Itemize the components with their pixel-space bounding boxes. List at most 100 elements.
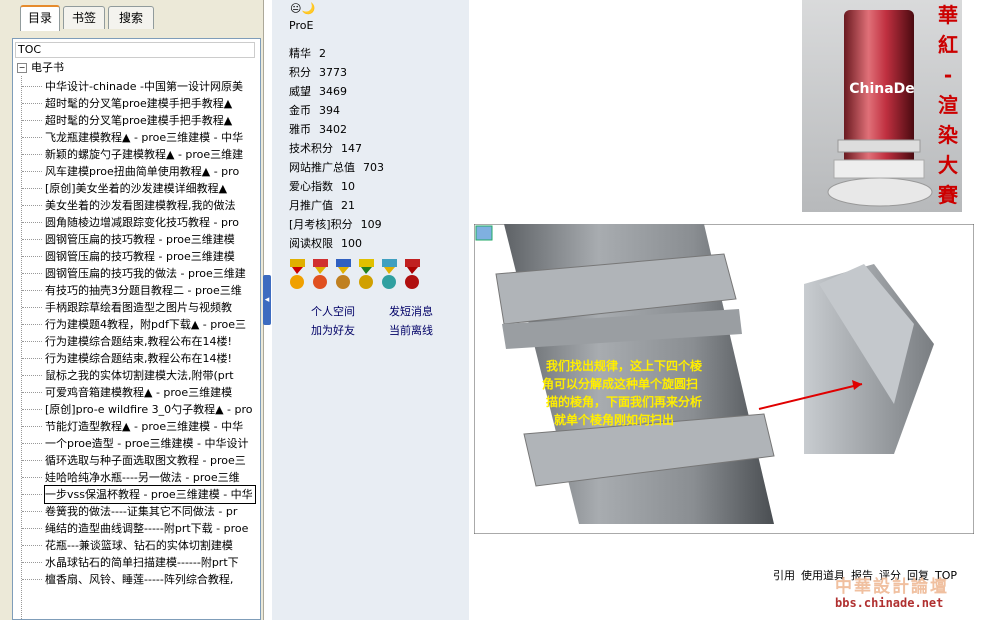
user-stat: 网站推广总值 703 xyxy=(289,161,384,175)
toc-field[interactable]: TOC xyxy=(15,42,255,58)
tree-connector xyxy=(22,562,42,563)
collapse-icon[interactable]: − xyxy=(17,63,27,73)
toc-item[interactable]: 卷簧我的做法----证集其它不同做法 - pr xyxy=(45,503,255,520)
tree-connector xyxy=(22,137,42,138)
send-message-link[interactable]: 发短消息 xyxy=(389,303,433,319)
banner-char: 大 xyxy=(938,153,958,177)
toc-item[interactable]: 可爱鸡音箱建模教程▲ - proe三维建模 xyxy=(45,384,255,401)
medal-icon-5 xyxy=(382,259,397,289)
toc-item[interactable]: 有技巧的抽壳3分题目教程二 - proe三维 xyxy=(45,282,255,299)
toc-item[interactable]: 超时髦的分叉笔proe建模手把手教程▲ xyxy=(45,112,255,129)
toc-item[interactable]: 圆钢管压扁的技巧教程 - proe三维建模 xyxy=(45,231,255,248)
caption-line: 角可以分解成这种单个旋圆扫 xyxy=(542,376,698,391)
post-image[interactable]: 我们找出规律，这上下四个棱 角可以分解成这种单个旋圆扫 描的棱角，下面我们再来分… xyxy=(473,223,975,535)
tree-connector xyxy=(22,171,42,172)
banner-char: 染 xyxy=(938,123,958,147)
toc-item[interactable]: 手柄跟踪草绘看图造型之图片与视频教 xyxy=(45,299,255,316)
toc-item[interactable]: 超时髦的分叉笔proe建模手把手教程▲ xyxy=(45,95,255,112)
toc-item[interactable]: [原创]pro-e wildfire 3_0勺子教程▲ - pro xyxy=(45,401,255,418)
tab-toc[interactable]: 目录 xyxy=(20,5,60,31)
toc-item[interactable]: 一个proe造型 - proe三维建模 - 中华设计 xyxy=(45,435,255,452)
stat-label: 网站推广总值 xyxy=(289,161,355,174)
toc-item[interactable]: 节能灯造型教程▲ - proe三维建模 - 中华 xyxy=(45,418,255,435)
toc-item[interactable]: 循环选取与种子面选取图文教程 - proe三 xyxy=(45,452,255,469)
toc-item[interactable]: 美女坐着的沙发看图建模教程,我的做法 xyxy=(45,197,255,214)
toc-item[interactable]: 一步vss保温杯教程 - proe三维建模 - 中华 xyxy=(44,485,256,504)
tree-connector xyxy=(22,545,42,546)
user-stat: 精华 2 xyxy=(289,47,326,61)
stat-label: 金币 xyxy=(289,104,311,117)
stat-label: 月推广值 xyxy=(289,199,333,212)
toc-item[interactable]: 绳结的造型曲线调整-----附prt下载 - proe xyxy=(45,520,255,537)
tree-connector xyxy=(22,392,42,393)
user-stat: 爱心指数 10 xyxy=(289,180,355,194)
stat-value: 3773 xyxy=(319,66,347,79)
tree-connector xyxy=(22,426,42,427)
banner-vertical-text: 華紅 - 渲染大賽 xyxy=(933,0,963,212)
online-status: 当前离线 xyxy=(389,324,433,337)
banner-char: - xyxy=(943,63,953,87)
toc-item[interactable]: 花瓶---兼谈篮球、钻石的实体切割建模 xyxy=(45,537,255,554)
toc-item[interactable]: 鼠标之我的实体切割建模大法,附带(prt xyxy=(45,367,255,384)
tree-guide-line xyxy=(21,76,22,619)
user-stat: 雅币 3402 xyxy=(289,123,347,137)
username[interactable]: ProE xyxy=(289,19,313,32)
toc-item[interactable]: 飞龙瓶建模教程▲ - proe三维建模 - 中华 xyxy=(45,129,255,146)
toc-item[interactable]: 水晶球钻石的简单扫描建模------附prt下 xyxy=(45,554,255,571)
tree-connector xyxy=(22,477,42,478)
toc-item[interactable]: 中华设计-chinade -中国第一设计网原美 xyxy=(45,78,255,95)
tab-bookmarks[interactable]: 书签 xyxy=(63,6,105,29)
toc-item[interactable]: 行为建模综合题结束,教程公布在14楼! xyxy=(45,333,255,350)
stat-value: 100 xyxy=(341,237,362,250)
toc-item[interactable]: 新颖的螺旋勺子建模教程▲ - proe三维建 xyxy=(45,146,255,163)
toc-item[interactable]: 行为建模题4教程，附pdf下载▲ - proe三 xyxy=(45,316,255,333)
stat-label: 技术积分 xyxy=(289,142,333,155)
panel-collapse-handle[interactable]: ◂ xyxy=(263,275,271,325)
watermark: 中華設計論壇 bbs.chinade.net xyxy=(835,572,985,620)
stat-label: 爱心指数 xyxy=(289,180,333,193)
stat-value: 21 xyxy=(341,199,355,212)
toc-item[interactable]: 行为建模综合题结束,教程公布在14楼! xyxy=(45,350,255,367)
toc-item[interactable]: 圆钢管压扁的技巧我的做法 - proe三维建 xyxy=(45,265,255,282)
medal-icon-6 xyxy=(405,259,420,289)
personal-space-link[interactable]: 个人空间 xyxy=(311,303,355,319)
tree-connector xyxy=(22,205,42,206)
medal-icon-3 xyxy=(336,259,351,289)
tutorial-render: 我们找出规律，这上下四个棱 角可以分解成这种单个旋圆扫 描的棱角，下面我们再来分… xyxy=(473,223,975,535)
medal-icons xyxy=(290,259,420,289)
tree-connector xyxy=(22,290,42,291)
toc-item[interactable]: 娃哈哈纯净水瓶----另一做法 - proe三维 xyxy=(45,469,255,486)
stat-value: 394 xyxy=(319,104,340,117)
toc-item[interactable]: 圆钢管压扁的技巧教程 - proe三维建模 xyxy=(45,248,255,265)
tree-connector xyxy=(22,188,42,189)
add-friend-link[interactable]: 加为好友 xyxy=(311,322,355,338)
tree-connector xyxy=(22,324,42,325)
user-stat: 阅读权限 100 xyxy=(289,237,362,251)
toc-item[interactable]: 檀香扇、风铃、睡莲-----阵列综合教程, xyxy=(45,571,255,588)
watermark-title: 中華設計論壇 xyxy=(835,577,949,597)
medal-icon-4 xyxy=(359,259,374,289)
stat-label: [月考核]积分 xyxy=(289,218,353,231)
stat-value: 147 xyxy=(341,142,362,155)
toc-tree[interactable]: TOC − 电子书 中华设计-chinade -中国第一设计网原美 超时髦的分叉笔p… xyxy=(12,38,261,620)
toc-item[interactable]: 风车建模proe扭曲简单使用教程▲ - pro xyxy=(45,163,255,180)
image-placeholder-icon xyxy=(475,225,493,241)
stat-value: 10 xyxy=(341,180,355,193)
user-stat: [月考核]积分 109 xyxy=(289,218,382,232)
tree-connector xyxy=(22,341,42,342)
tree-connector xyxy=(22,579,42,580)
tree-connector xyxy=(22,273,42,274)
emoticon-icons: 😐🌙 xyxy=(290,2,316,15)
user-stat: 金币 394 xyxy=(289,104,340,118)
tree-root[interactable]: − 电子书 xyxy=(17,60,64,76)
tree-connector xyxy=(22,460,42,461)
tree-connector xyxy=(22,103,42,104)
post-action-link[interactable]: 引用 xyxy=(773,569,795,582)
tree-connector xyxy=(22,375,42,376)
tree-connector xyxy=(22,494,42,495)
toc-item[interactable]: 圆角随棱边增减跟踪变化技巧教程 - pro xyxy=(45,214,255,231)
tab-search[interactable]: 搜索 xyxy=(108,6,154,29)
tree-connector xyxy=(22,528,42,529)
toc-item[interactable]: [原创]美女坐着的沙发建模详细教程▲ xyxy=(45,180,255,197)
banner-char: 紅 xyxy=(938,33,958,57)
